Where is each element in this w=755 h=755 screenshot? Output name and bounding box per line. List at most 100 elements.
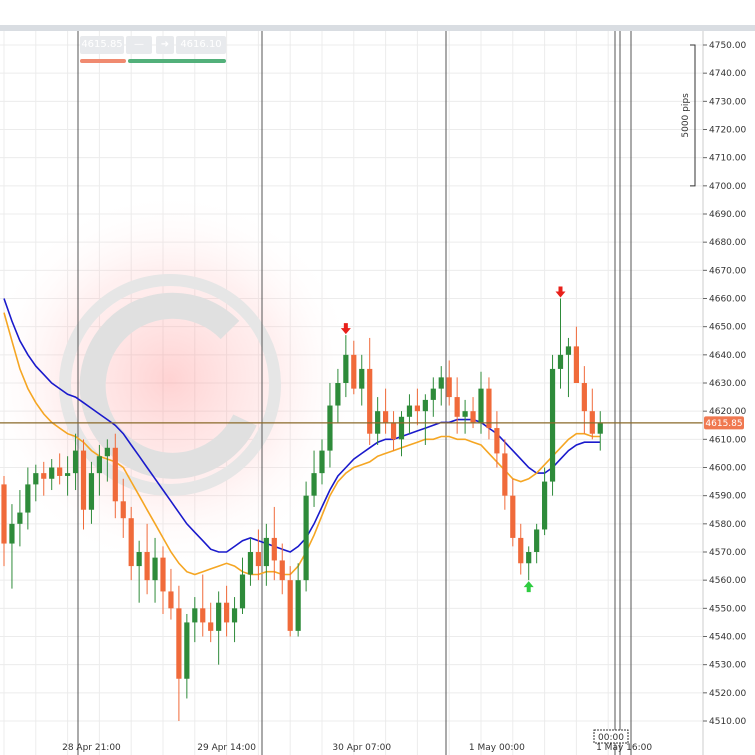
x-tick-label: 30 Apr 07:00 — [332, 743, 391, 753]
candle-body — [57, 467, 63, 476]
candle-body — [351, 354, 357, 389]
candle[interactable] — [422, 394, 428, 445]
candle[interactable] — [454, 377, 460, 434]
candle-body — [231, 608, 238, 623]
candle[interactable] — [542, 467, 548, 536]
candle[interactable] — [502, 439, 508, 510]
candle-body — [335, 383, 341, 406]
candle[interactable] — [390, 411, 397, 451]
candle[interactable] — [557, 298, 564, 389]
y-tick-label: 4520.00 — [709, 689, 746, 699]
x-tick-label: 28 Apr 21:00 — [62, 743, 121, 753]
candle-body — [1, 484, 7, 544]
candle-body — [518, 537, 524, 564]
candle[interactable] — [168, 568, 174, 620]
candle[interactable] — [176, 585, 182, 721]
candle[interactable] — [534, 523, 540, 564]
candle[interactable] — [565, 337, 572, 398]
candle[interactable] — [303, 481, 309, 592]
candle[interactable] — [279, 543, 285, 595]
candle[interactable] — [231, 597, 238, 643]
candle[interactable] — [589, 388, 595, 440]
bid-price-box[interactable]: 4615.85 — [80, 36, 124, 54]
candle-body — [120, 501, 126, 519]
y-tick-label: 4720.00 — [709, 126, 746, 136]
candle-body — [502, 453, 508, 496]
y-tick-label: 4580.00 — [709, 520, 746, 530]
candle[interactable] — [446, 360, 452, 406]
candle[interactable] — [224, 585, 230, 637]
ask-price: 4616.10 — [180, 39, 222, 50]
candle[interactable] — [438, 366, 444, 406]
candle[interactable] — [398, 411, 405, 457]
candle-body — [557, 354, 564, 369]
candle[interactable] — [367, 337, 373, 445]
candle[interactable] — [200, 574, 206, 637]
candle-body — [49, 467, 55, 479]
candle-body — [200, 608, 206, 623]
y-tick-label: 4660.00 — [709, 295, 746, 305]
ask-price-box[interactable]: 4616.10 — [176, 36, 226, 54]
candle-body — [414, 405, 420, 412]
candle-body — [343, 354, 349, 383]
candle[interactable] — [462, 399, 468, 434]
x-tick-label: 1 May 00:00 — [469, 743, 525, 753]
y-tick-label: 4510.00 — [709, 717, 746, 727]
candle[interactable] — [359, 354, 365, 406]
candle-body — [383, 411, 389, 423]
candle-body — [406, 405, 413, 417]
candle-body — [255, 552, 261, 567]
candle[interactable] — [1, 475, 7, 567]
candle[interactable] — [295, 563, 301, 637]
candle-body — [216, 602, 222, 631]
y-tick-label: 4670.00 — [709, 266, 746, 276]
candle[interactable] — [9, 504, 15, 589]
candle[interactable] — [383, 388, 389, 434]
candle-body — [454, 397, 460, 417]
candle-body — [494, 428, 500, 454]
price-chart[interactable]: 4750.00 4740.00 4730.00 4720.00 4710.00 4700.… — [0, 0, 755, 755]
candle[interactable] — [414, 388, 420, 426]
candle[interactable] — [406, 394, 413, 434]
candle[interactable] — [184, 613, 190, 699]
candle-body — [104, 447, 110, 457]
y-tick-label: 4650.00 — [709, 323, 746, 333]
quote-panel[interactable]: 4615.85 — ➜ 4616.10 — [80, 36, 230, 66]
candle[interactable] — [581, 366, 587, 434]
price-axis[interactable]: 4750.00 4740.00 4730.00 4720.00 4710.00 4700.… — [703, 41, 746, 727]
candle-body — [112, 447, 118, 502]
candle[interactable] — [597, 411, 603, 451]
candle-body — [542, 481, 548, 530]
candle[interactable] — [573, 326, 579, 383]
candle[interactable] — [549, 354, 556, 496]
candle-body — [263, 537, 269, 567]
candle-body — [597, 422, 603, 434]
candle[interactable] — [287, 566, 293, 637]
x-tick-label: 1 May 16:00 — [596, 743, 652, 753]
candle-body — [581, 383, 587, 412]
candle[interactable] — [239, 557, 246, 614]
candle[interactable] — [216, 591, 222, 665]
candle-body — [136, 552, 142, 567]
y-tick-label: 4710.00 — [709, 154, 746, 164]
y-tick-label: 4550.00 — [709, 604, 746, 614]
candle[interactable] — [192, 597, 198, 643]
y-tick-label: 4700.00 — [709, 182, 746, 192]
candle-body — [160, 557, 166, 592]
candle-body — [438, 377, 444, 389]
candle[interactable] — [518, 523, 524, 575]
candle[interactable] — [510, 478, 516, 547]
candle-body — [478, 388, 484, 423]
candle-body — [279, 560, 285, 581]
y-tick-label: 4620.00 — [709, 407, 746, 417]
y-tick-label: 4640.00 — [709, 351, 746, 361]
candle-body — [462, 411, 468, 417]
time-axis[interactable]: 28 Apr 21:00 29 Apr 14:00 30 Apr 07:00 1 Ma… — [62, 743, 652, 753]
candle[interactable] — [526, 546, 532, 581]
candle-body — [96, 456, 102, 474]
candle[interactable] — [375, 397, 381, 445]
ask-bar — [128, 59, 226, 63]
y-tick-label: 4560.00 — [709, 576, 746, 586]
candle-body — [303, 495, 309, 581]
candle-body — [88, 473, 95, 510]
